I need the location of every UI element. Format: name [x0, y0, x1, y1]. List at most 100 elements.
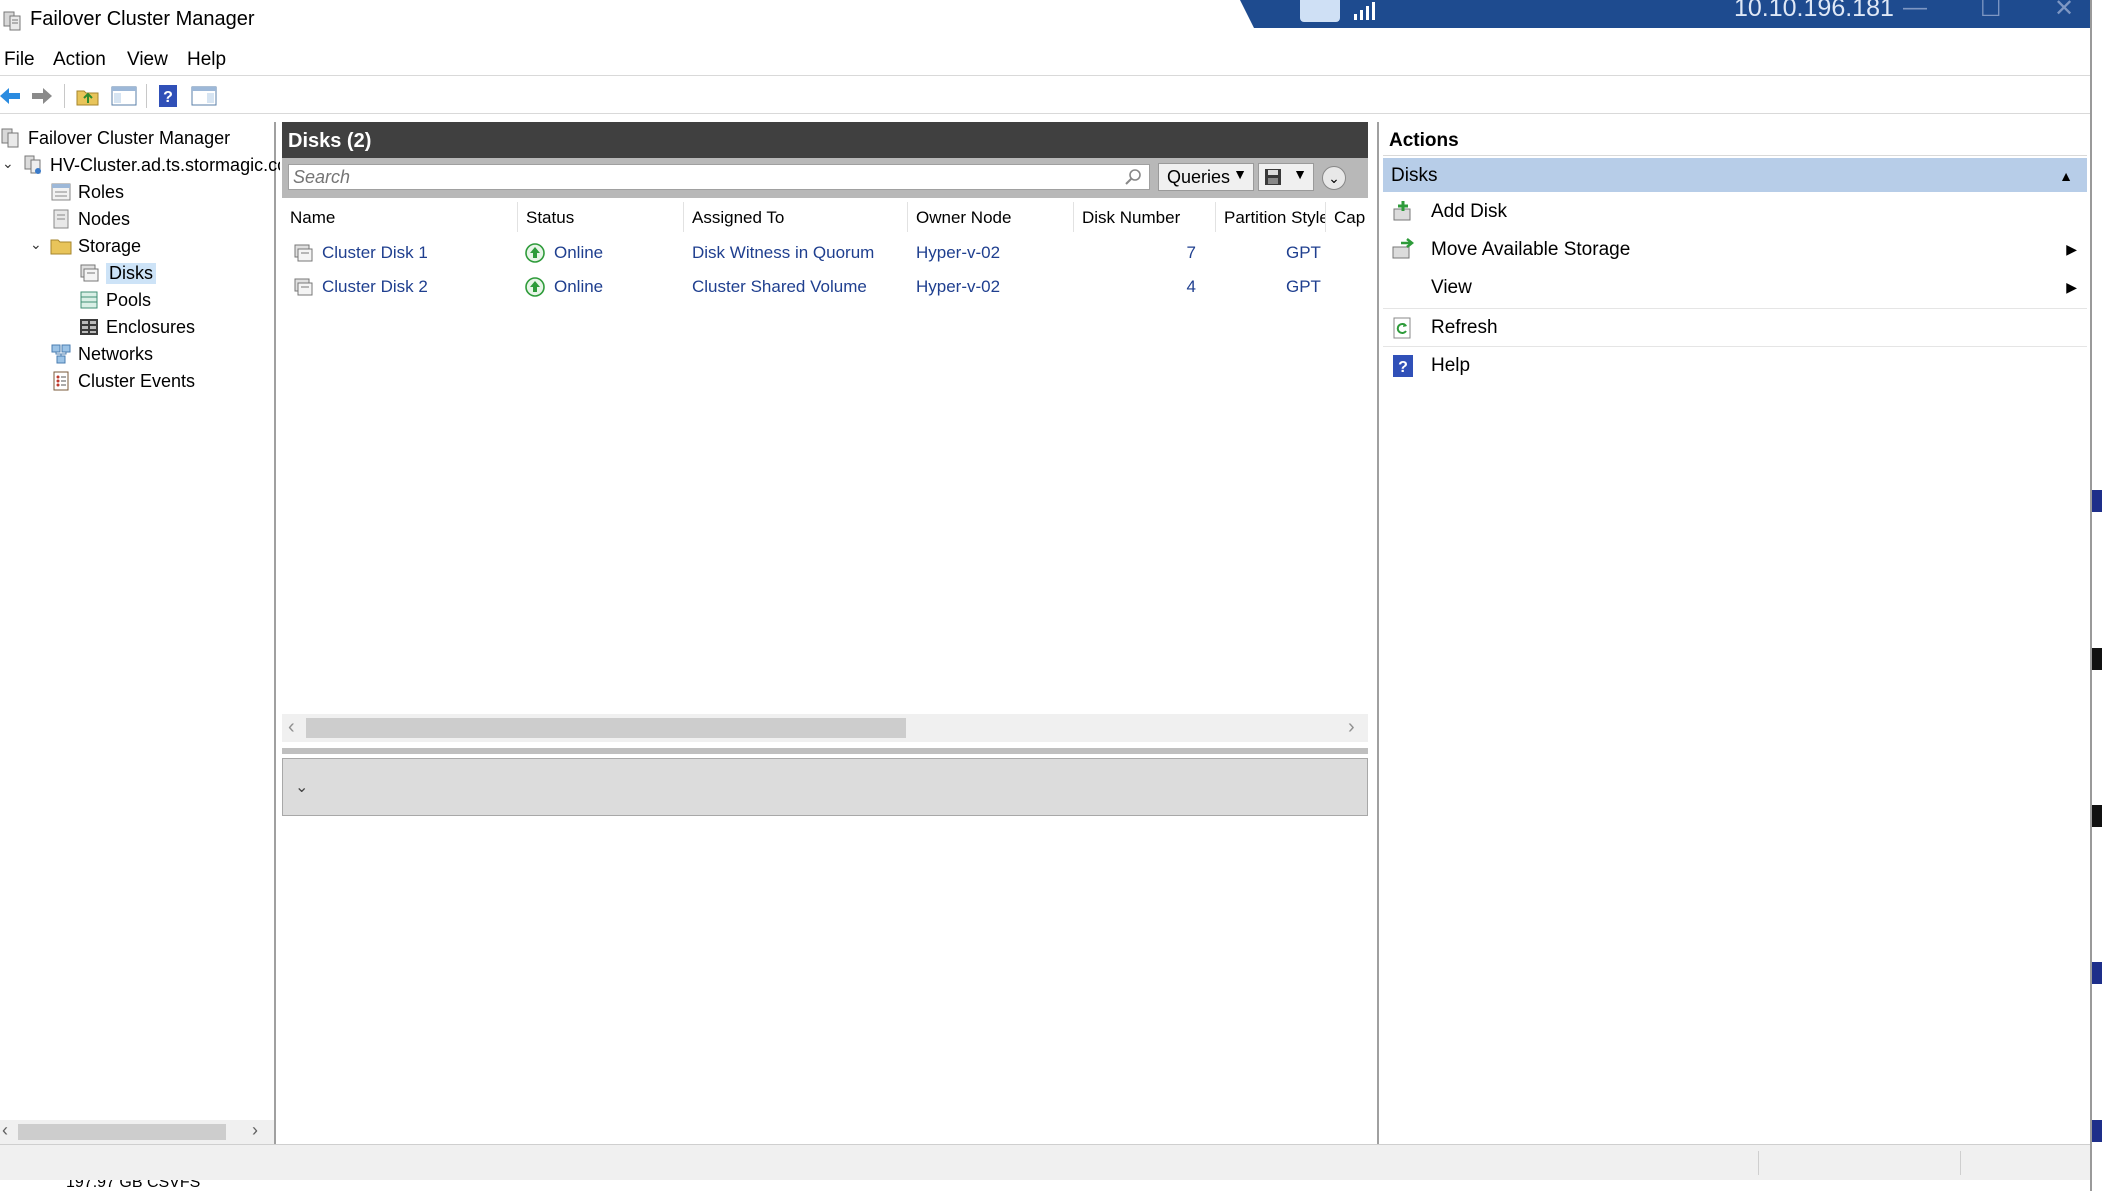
toolbar-separator: [146, 84, 147, 108]
status-separator: [1758, 1151, 1759, 1175]
actions-separator: [1383, 346, 2087, 347]
forward-icon[interactable]: [28, 82, 56, 110]
storage-folder-icon: [50, 239, 72, 255]
scroll-right-icon[interactable]: ›: [1348, 716, 1355, 739]
tree-item-cluster[interactable]: HV-Cluster.ad.ts.stormagic.co: [22, 153, 287, 177]
chevron-down-icon[interactable]: ⌄: [30, 236, 44, 252]
svg-text:?: ?: [1398, 359, 1408, 376]
cell-name: Cluster Disk 1: [322, 243, 428, 262]
menu-action[interactable]: Action: [53, 49, 106, 71]
scroll-left-icon[interactable]: ‹: [288, 716, 295, 739]
connection-signal-icon[interactable]: [1352, 2, 1378, 20]
save-query-button[interactable]: ▼: [1258, 163, 1314, 191]
tree-item-enclosures[interactable]: Enclosures: [78, 315, 195, 339]
scrollbar-thumb[interactable]: [306, 718, 906, 738]
column-header-owner-node[interactable]: Owner Node: [908, 202, 1074, 232]
action-label: Move Available Storage: [1431, 239, 1631, 260]
submenu-arrow-icon: ▶: [2066, 279, 2077, 295]
table-horizontal-scrollbar[interactable]: ‹ ›: [282, 714, 1368, 742]
tree-item-root[interactable]: Failover Cluster Manager: [0, 126, 230, 150]
tree-item-networks[interactable]: Networks: [50, 342, 153, 366]
tree-label: Storage: [78, 235, 142, 256]
tree-label: Roles: [78, 181, 125, 202]
column-header-assigned-to[interactable]: Assigned To: [684, 202, 908, 232]
status-separator: [1960, 1151, 1961, 1175]
title-bar: Failover Cluster Manager 10.10.196.181 —…: [0, 0, 2102, 44]
tree-label: HV-Cluster.ad.ts.stormagic.co: [50, 154, 288, 175]
action-label: Refresh: [1431, 317, 1498, 338]
column-header-partition-style[interactable]: Partition Style: [1216, 202, 1326, 232]
pools-icon: [80, 291, 98, 309]
action-refresh[interactable]: Refresh: [1383, 310, 2087, 346]
show-hide-action-pane-icon[interactable]: [190, 82, 218, 110]
cell-owner-node: Hyper-v-02: [916, 243, 1001, 262]
tree-item-roles[interactable]: Roles: [50, 180, 124, 204]
table-row[interactable]: Cluster Disk 2 Online Cluster Shared Vol…: [282, 270, 1368, 304]
background-window-text: 197.97 GB CSVFS: [66, 1180, 201, 1191]
show-hide-console-tree-icon[interactable]: [110, 82, 138, 110]
maximize-button[interactable]: ☐: [1980, 0, 2002, 23]
pane-splitter[interactable]: [282, 748, 1368, 754]
help-icon[interactable]: ?: [154, 82, 182, 110]
minimize-button[interactable]: —: [1903, 0, 1927, 22]
pin-icon[interactable]: [1300, 0, 1340, 22]
tree-item-disks[interactable]: Disks: [78, 261, 156, 285]
action-help[interactable]: ? Help: [1383, 348, 2087, 384]
menu-file[interactable]: File: [4, 49, 35, 71]
nodes-icon: [53, 209, 69, 229]
menu-bar: File Action View Help: [0, 44, 2090, 76]
menu-view[interactable]: View: [127, 49, 168, 71]
tree-item-storage[interactable]: Storage: [50, 234, 141, 258]
actions-section-disks[interactable]: Disks ▲: [1383, 158, 2087, 192]
column-header-capacity[interactable]: Cap: [1326, 202, 1368, 232]
action-add-disk[interactable]: Add Disk: [1383, 194, 2087, 230]
submenu-arrow-icon: ▶: [2066, 241, 2077, 257]
up-folder-icon[interactable]: [74, 82, 102, 110]
search-icon[interactable]: [1123, 167, 1143, 187]
collapse-up-icon[interactable]: ▲: [2059, 168, 2073, 184]
column-header-disk-number[interactable]: Disk Number: [1074, 202, 1216, 232]
back-icon[interactable]: [0, 82, 24, 110]
save-icon: [1265, 169, 1281, 185]
cell-partition-style: GPT: [1286, 243, 1321, 262]
background-window-edge: [2090, 0, 2102, 1191]
expand-collapse-button[interactable]: ⌄: [1322, 166, 1346, 190]
column-header-name[interactable]: Name: [282, 202, 518, 232]
chevron-down-icon: ▼: [1293, 166, 1307, 182]
tree-label: Disks: [106, 262, 156, 284]
tree-item-pools[interactable]: Pools: [78, 288, 151, 312]
table-row[interactable]: Cluster Disk 1 Online Disk Witness in Qu…: [282, 236, 1368, 270]
scroll-right-icon[interactable]: ›: [252, 1120, 258, 1141]
tree-item-cluster-events[interactable]: Cluster Events: [50, 369, 195, 393]
actions-pane: Actions Disks ▲ Add Disk Move Available …: [1377, 122, 2089, 1144]
roles-icon: [51, 183, 71, 201]
enclosures-icon: [80, 319, 98, 335]
action-move-available-storage[interactable]: Move Available Storage ▶: [1383, 232, 2087, 268]
close-button[interactable]: ✕: [2054, 0, 2074, 23]
cell-assigned-to: Cluster Shared Volume: [692, 277, 867, 296]
cluster-icon: [24, 155, 41, 174]
networks-icon: [51, 344, 71, 364]
disk-icon: [294, 278, 313, 296]
menu-help[interactable]: Help: [187, 49, 226, 71]
tree-label: Cluster Events: [78, 370, 196, 391]
search-input[interactable]: [289, 165, 1109, 189]
online-status-icon: [525, 243, 545, 263]
queries-button[interactable]: Queries ▼: [1158, 163, 1254, 191]
actions-section-label: Disks: [1391, 165, 1438, 186]
search-field[interactable]: [288, 164, 1150, 190]
search-toolbar: Queries ▼ ▼ ⌄: [282, 158, 1368, 198]
chevron-down-icon: ▼: [1233, 166, 1247, 182]
tree-item-nodes[interactable]: Nodes: [50, 207, 130, 231]
chevron-down-icon[interactable]: ⌄: [295, 777, 308, 797]
column-header-status[interactable]: Status: [518, 202, 684, 232]
background-window-strip: 197.97 GB CSVFS: [0, 1180, 2090, 1191]
chevron-down-icon[interactable]: ⌄: [2, 155, 16, 171]
scroll-left-icon[interactable]: ‹: [2, 1120, 8, 1141]
action-view[interactable]: View ▶: [1383, 270, 2087, 306]
tree-horizontal-scrollbar[interactable]: ‹ ›: [0, 1120, 274, 1144]
scrollbar-thumb[interactable]: [18, 1124, 226, 1140]
tree-label: Failover Cluster Manager: [28, 127, 231, 148]
add-disk-icon: [1393, 201, 1411, 221]
cell-disk-number: 4: [1186, 277, 1196, 296]
